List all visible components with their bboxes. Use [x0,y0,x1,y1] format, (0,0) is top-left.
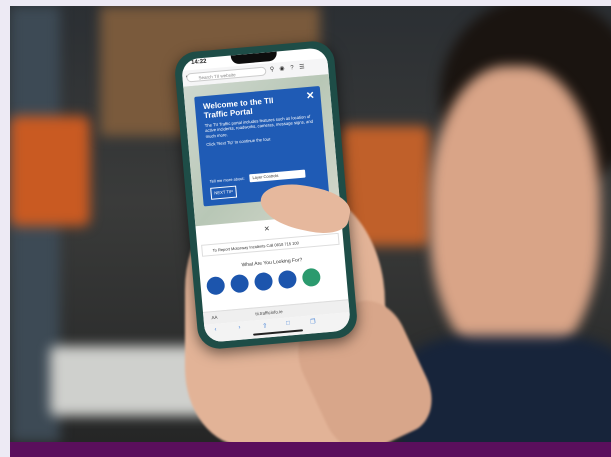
topic-select-value: Layer Controls [252,172,279,181]
home-indicator [253,329,304,336]
looking-for-heading: What Are You Looking For? [241,257,303,269]
incident-banner[interactable]: To Report Motorway Incidents Call 0818 7… [201,232,340,257]
search-placeholder: Search TII website [198,72,236,81]
search-icon[interactable]: ⚲ [268,66,277,75]
incident-text: To Report Motorway Incidents Call 0818 7… [212,240,300,253]
tell-more-label: Tell me more about: [209,175,245,184]
purple-bottom-bar [10,442,611,457]
back-icon[interactable]: ‹ [214,327,217,333]
person-shoulder [400,336,611,442]
help-icon[interactable]: ? [288,64,297,73]
category-button[interactable] [229,273,250,294]
close-icon[interactable]: ✕ [306,90,315,102]
next-tip-button[interactable]: NEXT TIP [210,185,238,200]
image-frame: 14:22 ● Search TII website ⚲ ◉ ? ☰ Welco… [0,0,611,457]
category-button[interactable] [205,275,226,296]
category-button[interactable] [301,267,322,288]
tabs-icon[interactable]: ❐ [310,318,316,325]
user-icon[interactable]: ◉ [278,65,287,74]
topic-select[interactable]: Layer Controls [249,169,306,183]
photograph: 14:22 ● Search TII website ⚲ ◉ ? ☰ Welco… [10,6,611,442]
person-face [430,66,600,366]
share-icon[interactable]: ⇧ [262,322,268,329]
bg-orange-chair-left [10,116,90,226]
category-button[interactable] [277,269,298,290]
forward-icon[interactable]: › [238,325,241,331]
map-close-icon[interactable]: ✕ [264,225,270,233]
reader-text-size-button[interactable]: AA [211,312,218,324]
status-time: 14:22 [190,58,207,67]
bookmarks-icon[interactable]: □ [286,320,290,326]
category-button[interactable] [253,271,274,292]
menu-icon[interactable]: ☰ [298,63,307,72]
